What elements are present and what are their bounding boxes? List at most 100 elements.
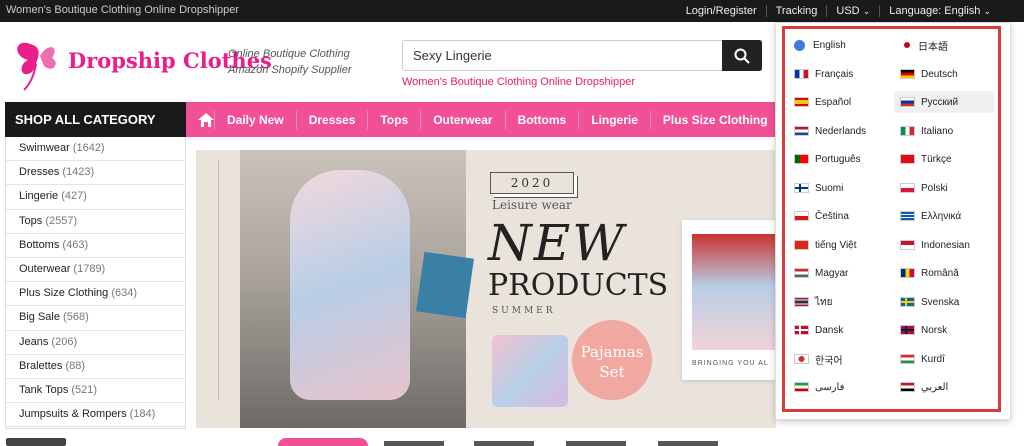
category-bralettes[interactable]: Bralettes (88): [6, 355, 185, 379]
top-links: Login/Register Tracking USD ⌄ Language: …: [677, 0, 1024, 22]
globe-icon: [794, 39, 805, 51]
netherlands-flag-icon: [794, 126, 809, 136]
date-tab[interactable]: [384, 441, 444, 446]
category-count: (1642): [72, 142, 105, 154]
nav-dresses[interactable]: Dresses: [295, 110, 368, 129]
kurdistan-flag-icon: [900, 354, 915, 364]
category-label: Bralettes: [19, 359, 63, 372]
language-option-swedish[interactable]: Svenska: [900, 291, 959, 313]
tracking-link[interactable]: Tracking: [765, 5, 827, 17]
language-option-turkish[interactable]: Türkçe: [900, 148, 952, 170]
language-label: English: [813, 39, 846, 51]
category-count: (568): [63, 311, 89, 324]
hero-banner[interactable]: 2020 Leisure wear NEW PRODUCTS SUMMER Pa…: [196, 150, 776, 428]
language-option-english[interactable]: English: [794, 34, 846, 56]
korea-flag-icon: [794, 354, 809, 364]
language-option-japanese[interactable]: 日本語: [904, 34, 948, 56]
language-label: ไทย: [815, 296, 833, 308]
language-option-finnish[interactable]: Suomi: [794, 177, 843, 199]
language-option-greek[interactable]: Ελληνικά: [900, 205, 961, 227]
finland-flag-icon: [794, 183, 809, 193]
category-jeans[interactable]: Jeans (206): [6, 331, 185, 355]
nav-tops[interactable]: Tops: [367, 110, 420, 129]
category-count: (206): [51, 335, 78, 348]
language-option-portuguese[interactable]: Português: [794, 148, 861, 170]
category-big-sale[interactable]: Big Sale (568): [6, 306, 185, 331]
date-tab-active[interactable]: [278, 438, 368, 446]
language-label: Language: English: [889, 5, 981, 17]
top-bar: Women's Boutique Clothing Online Dropshi…: [0, 0, 1024, 22]
home-button[interactable]: [198, 102, 214, 137]
language-option-spanish[interactable]: Español: [794, 91, 851, 113]
thailand-flag-icon: [794, 297, 809, 307]
vietnam-flag-icon: [794, 240, 809, 250]
category-plus-size[interactable]: Plus Size Clothing (634): [6, 282, 185, 307]
language-option-thai[interactable]: ไทย: [794, 291, 832, 313]
nav-daily-new[interactable]: Daily New: [214, 110, 296, 129]
category-outerwear[interactable]: Outerwear (1789): [6, 258, 185, 283]
search-input[interactable]: Sexy Lingerie: [402, 40, 762, 71]
date-tab[interactable]: [658, 441, 718, 446]
language-option-indonesian[interactable]: Indonesian: [900, 234, 970, 256]
category-label: Swimwear: [19, 142, 70, 154]
language-option-hungarian[interactable]: Magyar: [794, 262, 848, 284]
language-label: 한국어: [815, 355, 843, 367]
tagline-line-1: Online Boutique Clothing: [228, 48, 350, 60]
category-dresses[interactable]: Dresses (1423): [6, 161, 185, 186]
category-tops[interactable]: Tops (2557): [6, 210, 185, 234]
language-selector[interactable]: Language: English ⌄: [879, 5, 1000, 17]
language-option-arabic[interactable]: العربي: [900, 376, 948, 398]
language-option-polish[interactable]: Polski: [900, 177, 948, 199]
category-swimwear[interactable]: Swimwear (1642): [6, 137, 185, 162]
nav-lingerie[interactable]: Lingerie: [578, 110, 650, 129]
search-icon: [734, 48, 750, 64]
language-option-italian[interactable]: Italiano: [900, 120, 953, 142]
language-label: Deutsch: [921, 68, 958, 80]
czech-flag-icon: [794, 211, 809, 221]
search-button[interactable]: [722, 40, 762, 71]
language-label: Suomi: [815, 182, 844, 194]
currency-selector[interactable]: USD ⌄: [826, 5, 879, 17]
language-option-norwegian[interactable]: Norsk: [900, 319, 947, 341]
category-label: Outerwear: [19, 262, 71, 275]
category-lingerie[interactable]: Lingerie (427): [6, 185, 185, 210]
category-bottoms[interactable]: Bottoms (463): [6, 234, 185, 258]
language-option-russian[interactable]: Русский: [894, 91, 994, 113]
model-figure: [290, 170, 410, 400]
category-label: Big Sale: [19, 311, 60, 324]
site-logo[interactable]: Dropship Clothes: [10, 36, 272, 92]
language-option-kurdish[interactable]: Kurdî: [900, 348, 945, 370]
pajamas-set-badge: Pajamas Set: [572, 320, 652, 400]
category-count: (521): [71, 383, 98, 396]
norway-flag-icon: [900, 325, 915, 335]
tagline-line-2: Amazon Shopify Supplier: [228, 64, 352, 76]
language-option-czech[interactable]: Čeština: [794, 205, 849, 227]
nav-plus-size-clothing[interactable]: Plus Size Clothing: [649, 110, 780, 129]
nav-outerwear[interactable]: Outerwear: [420, 110, 504, 129]
language-option-french[interactable]: Français: [794, 63, 853, 85]
language-label: Türkçe: [921, 153, 952, 165]
date-tab[interactable]: [474, 441, 534, 446]
language-option-korean[interactable]: 한국어: [794, 348, 843, 370]
language-option-german[interactable]: Deutsch: [900, 63, 958, 85]
greece-flag-icon: [900, 211, 915, 221]
login-register-link[interactable]: Login/Register: [677, 5, 766, 17]
language-option-vietnamese[interactable]: tiếng Việt: [794, 234, 857, 256]
language-option-persian[interactable]: فارسی: [794, 376, 844, 398]
search-subtitle[interactable]: Women's Boutique Clothing Online Dropshi…: [402, 76, 635, 88]
nav-bottoms[interactable]: Bottoms: [504, 110, 579, 129]
language-label: Nederlands: [815, 125, 867, 137]
category-tank-tops[interactable]: Tank Tops (521): [6, 379, 185, 404]
language-option-dutch[interactable]: Nederlands: [794, 120, 866, 142]
language-option-romanian[interactable]: Română: [900, 262, 959, 284]
language-label: Dansk: [815, 324, 844, 336]
language-label: Español: [815, 96, 852, 108]
category-jumpsuits-rompers[interactable]: Jumpsuits & Rompers (184): [6, 403, 185, 428]
shop-all-category-header[interactable]: SHOP ALL CATEGORY: [5, 102, 186, 137]
iran-flag-icon: [794, 382, 809, 392]
banner-headline-products: PRODUCTS: [488, 268, 669, 303]
category-label: Jeans: [19, 335, 49, 348]
language-label: 日本語: [918, 41, 948, 53]
date-tab[interactable]: [566, 441, 626, 446]
language-option-danish[interactable]: Dansk: [794, 319, 843, 341]
